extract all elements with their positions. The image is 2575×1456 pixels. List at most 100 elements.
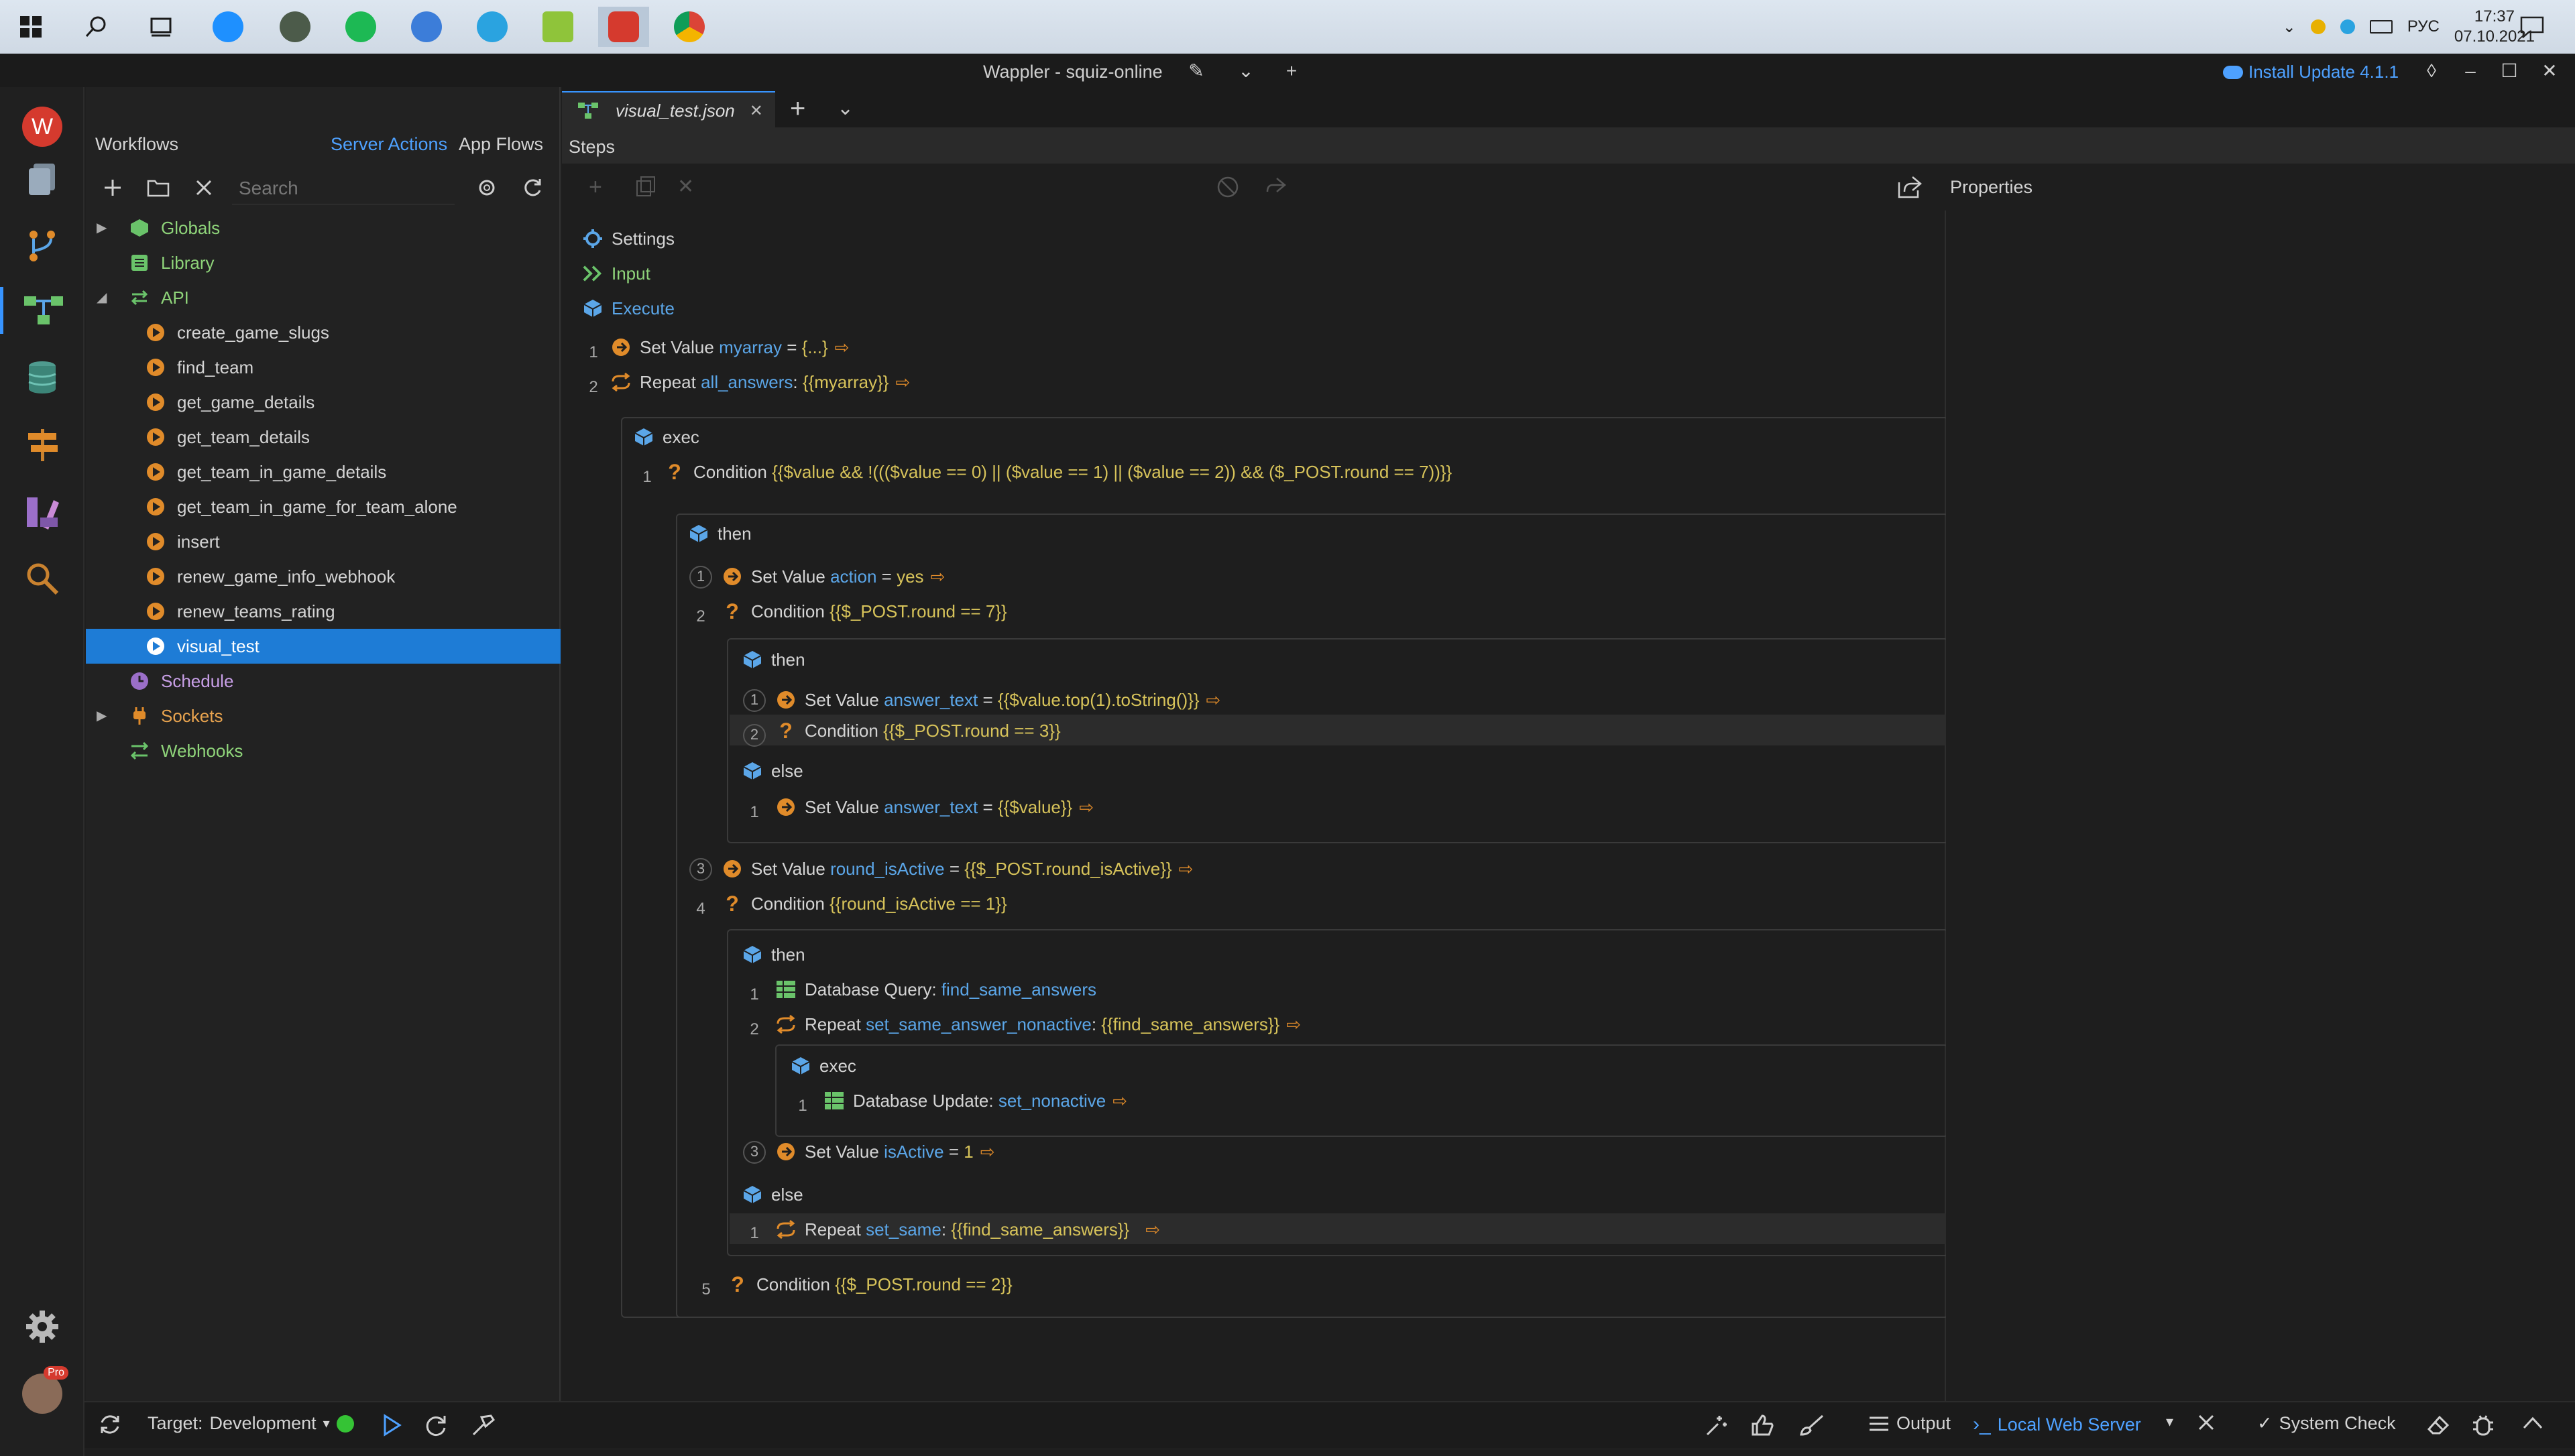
step-set-value[interactable]: Set Value round_isActive = {{$_POST.roun… [722,853,1193,885]
step-condition[interactable]: ? Condition {{$_POST.round == 7}} [722,595,1007,627]
delete-step-icon[interactable]: ✕ [677,177,694,197]
workflows-icon[interactable] [0,287,80,334]
tree-item-action[interactable]: get_team_in_game_details [86,454,561,489]
app-icon[interactable] [275,7,315,47]
sync-icon[interactable] [98,1413,122,1436]
search-input[interactable] [232,173,455,204]
refresh-icon[interactable] [519,174,546,201]
telegram-tray-icon[interactable] [2340,19,2355,34]
tab-server-actions[interactable]: Server Actions [331,134,447,155]
add-project-icon[interactable]: + [1281,60,1302,82]
settings-section[interactable]: Settings [582,223,675,255]
chevron-up-icon[interactable] [2521,1413,2544,1433]
routing-icon[interactable] [19,421,66,468]
exec-label[interactable]: exec [790,1050,856,1082]
collapse-arrow-icon[interactable]: ◢ [97,291,110,304]
new-tab-icon[interactable]: + [790,94,805,124]
step-repeat[interactable]: Repeat all_answers: {{myarray}} ⇨ [610,366,910,398]
step-condition[interactable]: ? Condition {{round_isActive == 1}} [722,888,1007,920]
thumbs-up-icon[interactable] [1750,1413,1776,1437]
notifications-icon[interactable] [2512,7,2552,47]
step-set-value[interactable]: Set Value myarray = {...} ⇨ [610,331,849,363]
chevron-up-icon[interactable]: ⌄ [2283,17,2296,37]
then-label[interactable]: then [742,938,805,971]
step-set-value[interactable]: Set Value answer_text = {{$value.top(1).… [775,684,1220,716]
search-icon[interactable] [76,7,117,47]
build-hammer-icon[interactable] [471,1413,496,1437]
theme-drop-icon[interactable]: ◊ [2421,60,2442,82]
add-icon[interactable] [99,174,126,201]
system-check[interactable]: ✓ System Check [2257,1413,2396,1434]
then-label[interactable]: then [742,644,805,676]
install-update-link[interactable]: Install Update 4.1.1 [2223,62,2399,82]
notepad-icon[interactable] [538,7,578,47]
execute-section[interactable]: Execute [582,292,675,324]
spotify-icon[interactable] [341,7,381,47]
close-icon[interactable]: ✕ [2539,60,2560,82]
add-step-icon[interactable]: + [589,176,602,198]
step-set-value[interactable]: Set Value isActive = 1 ⇨ [775,1136,995,1168]
step-condition[interactable]: ? Condition {{$_POST.round == 3}} [775,715,1060,747]
local-web-server[interactable]: ›_ Local Web Server [1973,1413,2141,1436]
tree-item-schedule[interactable]: Schedule [86,664,561,699]
wappler-taskbar-icon[interactable] [598,7,649,47]
chevron-down-icon[interactable]: ⌄ [1235,60,1257,82]
edit-icon[interactable]: ✎ [1186,60,1207,82]
delete-icon[interactable] [190,174,217,201]
close-tab-icon[interactable]: ✕ [750,101,763,121]
step-database-query[interactable]: Database Query: find_same_answers [775,973,1096,1006]
tree-item-api[interactable]: ◢ API [86,280,561,315]
tray-app-icon[interactable] [2310,19,2326,34]
user-avatar[interactable]: Pro [19,1366,68,1417]
then-label[interactable]: then [688,518,752,550]
step-condition[interactable]: ? Condition {{$_POST.round == 2}} [727,1268,1012,1300]
tree-item-action[interactable]: get_team_details [86,420,561,454]
database-icon[interactable] [19,354,66,401]
else-label[interactable]: else [742,755,803,787]
chevron-down-icon[interactable]: ⌄ [837,97,854,120]
add-folder-icon[interactable] [145,174,172,201]
wappler-logo-icon[interactable]: W [19,103,66,150]
disable-icon[interactable] [1216,176,1239,198]
minimize-icon[interactable]: – [2460,60,2481,82]
expand-arrow-icon[interactable]: ▶ [97,221,110,235]
step-set-value[interactable]: Set Value action = yes ⇨ [722,560,945,593]
maximize-icon[interactable]: ☐ [2499,60,2520,82]
task-view-icon[interactable] [141,7,181,47]
windows-start-icon[interactable] [11,7,51,47]
pages-icon[interactable] [19,156,66,202]
tree-item-action[interactable]: get_team_in_game_for_team_alone [86,489,561,524]
messenger-app-icon[interactable] [208,7,248,47]
chrome-icon[interactable] [669,7,709,47]
language-indicator[interactable]: РУС [2407,17,2440,36]
settings-gear-icon[interactable] [19,1303,66,1350]
gear-icon[interactable] [473,174,500,201]
qbittorrent-icon[interactable] [406,7,447,47]
tree-item-action[interactable]: find_team [86,350,561,385]
step-repeat[interactable]: Repeat set_same: {{find_same_answers}} ⇨ [775,1213,1160,1246]
search-icon[interactable] [19,555,66,602]
input-section[interactable]: Input [582,257,650,290]
tab-app-flows[interactable]: App Flows [459,134,543,155]
tree-item-webhooks[interactable]: Webhooks [86,733,561,768]
tree-item-visual-test[interactable]: visual_test [86,629,561,664]
step-repeat[interactable]: Repeat set_same_answer_nonactive: {{find… [775,1008,1301,1040]
step-database-update[interactable]: Database Update: set_nonactive ⇨ [823,1085,1127,1117]
copy-icon[interactable] [636,176,656,197]
target-selector[interactable]: Target: Development ▾ [148,1413,354,1434]
brush-icon[interactable] [1798,1413,1825,1437]
tree-item-globals[interactable]: ▶ Globals [86,210,561,245]
reload-icon[interactable] [424,1413,448,1437]
telegram-icon[interactable] [472,7,512,47]
share-icon[interactable] [1896,174,1923,200]
output-toggle[interactable]: Output [1868,1413,1951,1434]
expand-arrow-icon[interactable]: ▶ [97,709,110,723]
eraser-icon[interactable] [2426,1413,2450,1436]
tree-item-library[interactable]: Library [86,245,561,280]
sparkle-icon[interactable] [1703,1413,1729,1437]
git-icon[interactable] [19,223,66,269]
step-condition[interactable]: ? Condition {{$value && !((($value == 0)… [664,456,1452,488]
run-icon[interactable] [380,1413,404,1437]
caret-down-icon[interactable]: ▾ [2166,1413,2173,1431]
file-tab[interactable]: visual_test.json ✕ [562,91,775,129]
